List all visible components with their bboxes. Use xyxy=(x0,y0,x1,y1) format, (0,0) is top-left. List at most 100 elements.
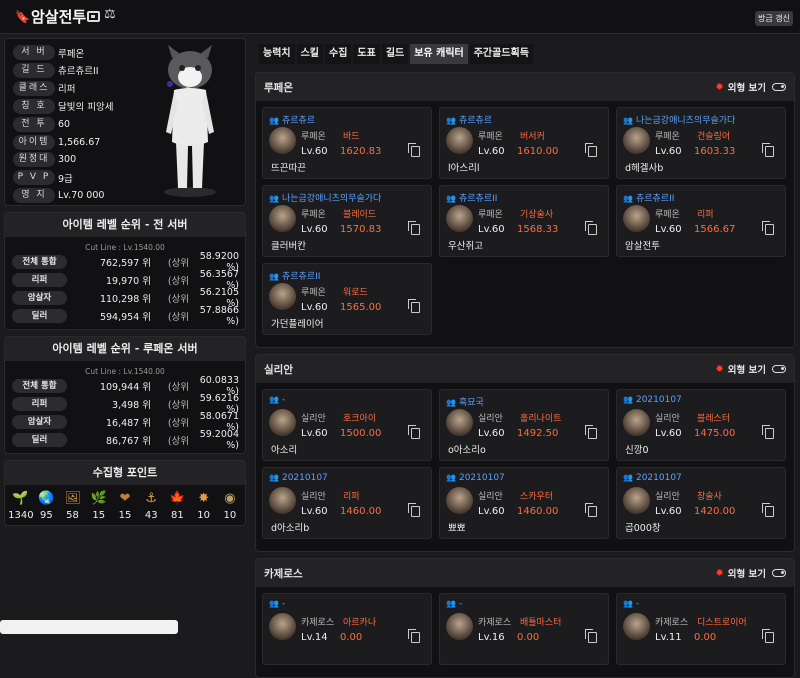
collect-item[interactable]: 🖼 58 xyxy=(61,491,85,521)
toggle-icon[interactable] xyxy=(772,365,786,373)
copy-icon[interactable] xyxy=(762,503,774,517)
character-level: Lv.60 xyxy=(655,224,682,235)
copy-icon[interactable] xyxy=(762,143,774,157)
character-card[interactable]: 👥 츄르츄르 루페온 버서커 Lv.60 1610.00 l아스리l xyxy=(439,107,609,179)
appearance-toggle[interactable]: ✹ 외형 보기 xyxy=(715,362,786,376)
character-portrait xyxy=(269,487,296,514)
tab-2[interactable]: 수집 xyxy=(325,44,352,64)
character-name: l아스리l xyxy=(448,163,480,174)
scale-icon[interactable]: ⚖ xyxy=(104,7,116,22)
copy-icon[interactable] xyxy=(762,221,774,235)
character-card[interactable]: 👥 20210107 실리안 리퍼 Lv.60 1460.00 d아소리b xyxy=(262,467,432,539)
character-class: 배틀마스터 xyxy=(520,618,562,628)
ranking-rank: 3,498 위 xyxy=(112,400,151,411)
character-card[interactable]: 👥 - 카제로스 아르카나 Lv.14 0.00 xyxy=(262,593,432,665)
character-portrait xyxy=(446,487,473,514)
copy-icon[interactable] xyxy=(408,221,420,235)
character-class: 창술사 xyxy=(697,492,722,502)
ignea-token-icon: ◉ xyxy=(224,491,236,506)
toggle-icon[interactable] xyxy=(772,83,786,91)
server-name: 실리안 xyxy=(264,363,293,376)
appearance-toggle[interactable]: ✹ 외형 보기 xyxy=(715,80,786,94)
copy-icon[interactable] xyxy=(408,425,420,439)
character-card[interactable]: 👥 나는금강애니츠의무슬가다 루페온 블레이드 Lv.60 1570.83 클러버칸 xyxy=(262,185,432,257)
collect-item[interactable]: 🌿 15 xyxy=(87,491,111,521)
appearance-toggle[interactable]: ✹ 외형 보기 xyxy=(715,566,786,580)
tab-bar: 능력치 스킬 수집 도표 길드 보유 캐릭터 주간골드획득 xyxy=(255,38,795,66)
character-item-level: 1565.00 xyxy=(340,302,382,313)
collect-item[interactable]: ❤ 15 xyxy=(113,491,137,521)
copy-icon[interactable] xyxy=(585,221,597,235)
copy-icon[interactable] xyxy=(585,503,597,517)
island-heart-icon: 🌏 xyxy=(38,491,55,506)
character-name: 곱000창 xyxy=(625,523,661,534)
guild-line: 👥 20210107 xyxy=(446,473,505,483)
character-name: 뾰뾰 xyxy=(448,523,466,534)
ranking-row: 딜러 86,767 위 (상위 59.2004 %) xyxy=(5,429,245,451)
copy-icon[interactable] xyxy=(585,143,597,157)
character-portrait xyxy=(623,127,650,154)
collect-item[interactable]: ⚓ 43 xyxy=(139,491,163,521)
character-card[interactable]: 👥 20210107 실리안 스카우터 Lv.60 1460.00 뾰뾰 xyxy=(439,467,609,539)
collect-count: 10 xyxy=(197,510,210,521)
ranking-rank: 762,597 위 xyxy=(99,258,151,269)
character-level: Lv.60 xyxy=(478,146,505,157)
right-panel: 능력치 스킬 수집 도표 길드 보유 캐릭터 주간골드획득 루페온 ✹ 외형 보기 👥 츄르츄르 루페… xyxy=(255,38,795,678)
character-list: 👥 츄르츄르 루페온 바드 Lv.60 1620.83 뜨끈따끈 👥 츄르츄르 루페온 버서커 Lv.… xyxy=(256,101,794,347)
guild-icon: 👥 xyxy=(269,116,279,125)
tab-6[interactable]: 주간골드획득 xyxy=(469,44,533,64)
character-card[interactable]: 👥 츄르츄르II 루페온 워로드 Lv.60 1565.00 가던플레이어 xyxy=(262,263,432,335)
copy-icon[interactable] xyxy=(585,425,597,439)
profile-row: P V P 9급 xyxy=(13,169,73,186)
character-card[interactable]: 👥 - 카제로스 배틀마스터 Lv.16 0.00 xyxy=(439,593,609,665)
collect-item[interactable]: 🍁 81 xyxy=(165,491,189,521)
id-card-icon[interactable] xyxy=(87,11,100,22)
guild-icon: 👥 xyxy=(446,194,456,203)
artwork-icon: 🖼 xyxy=(64,491,82,506)
refresh-button[interactable]: 방금 갱신 xyxy=(755,11,793,26)
collect-count: 15 xyxy=(92,510,106,521)
ranking-percent: 59.2004 %) xyxy=(199,429,239,451)
character-card[interactable]: 👥 나는금강애니츠의무슬가다 루페온 건슬링어 Lv.60 1603.33 d헤겔사b xyxy=(616,107,786,179)
character-class: 블레이드 xyxy=(343,210,377,220)
character-card[interactable]: 👥 츄르츄르II 루페온 리퍼 Lv.60 1566.67 암살전투 xyxy=(616,185,786,257)
character-card[interactable]: 👥 20210107 실리안 블레스터 Lv.60 1475.00 신깡0 xyxy=(616,389,786,461)
character-card[interactable]: 👥 20210107 실리안 창술사 Lv.60 1420.00 곱000창 xyxy=(616,467,786,539)
character-server: 실리안 xyxy=(301,414,326,424)
tab-3[interactable]: 도표 xyxy=(353,44,380,64)
copy-icon[interactable] xyxy=(762,425,774,439)
horizontal-scrollbar[interactable] xyxy=(0,620,178,634)
collect-count: 15 xyxy=(118,510,132,521)
collect-item[interactable]: ◉ 10 xyxy=(218,491,242,521)
guild-line: 👥 나는금강애니츠의무슬가다 xyxy=(623,113,735,126)
copy-icon[interactable] xyxy=(408,503,420,517)
character-card[interactable]: 👥 츄르츄르II 루페온 기상술사 Lv.60 1568.33 우산쥐고 xyxy=(439,185,609,257)
collect-points: 수집형 포인트 🌱 1340 🌏 95 🖼 58 🌿 15 ❤ 15 ⚓ 43 🍁 81 ✸ 10 ◉ 10 xyxy=(4,460,246,526)
profile-label: 클래스 xyxy=(13,80,55,96)
copy-icon[interactable] xyxy=(408,143,420,157)
character-item-level: 1460.00 xyxy=(517,506,559,517)
bookmark-icon[interactable]: 🔖 xyxy=(15,10,30,24)
character-name: d헤겔사b xyxy=(625,163,664,174)
ranking-sub: (상위 xyxy=(167,382,189,393)
tab-0[interactable]: 능력치 xyxy=(259,44,295,64)
tab-4[interactable]: 길드 xyxy=(381,44,409,64)
collect-item[interactable]: 🌏 95 xyxy=(34,491,58,521)
character-portrait xyxy=(446,613,473,640)
character-level: Lv.60 xyxy=(478,506,505,517)
profile-label: 아이템 xyxy=(13,134,55,150)
collect-item[interactable]: 🌱 1340 xyxy=(8,491,33,521)
character-card[interactable]: 👥 흑묘국 실리안 홀리나이트 Lv.60 1492.50 o아소리o xyxy=(439,389,609,461)
ranking-category: 리퍼 xyxy=(12,273,67,287)
character-card[interactable]: 👥 - 실리안 호크아이 Lv.60 1500.00 아소리 xyxy=(262,389,432,461)
copy-icon[interactable] xyxy=(408,299,420,313)
character-card[interactable]: 👥 - 카제로스 디스트로이어 Lv.11 0.00 xyxy=(616,593,786,665)
character-card[interactable]: 👥 츄르츄르 루페온 바드 Lv.60 1620.83 뜨끈따끈 xyxy=(262,107,432,179)
character-server: 실리안 xyxy=(655,414,680,424)
tab-5[interactable]: 보유 캐릭터 xyxy=(410,44,468,64)
server-name: 루페온 xyxy=(264,81,293,94)
tab-1[interactable]: 스킬 xyxy=(296,44,324,64)
toggle-icon[interactable] xyxy=(772,569,786,577)
collect-item[interactable]: ✸ 10 xyxy=(192,491,216,521)
character-avatar xyxy=(150,42,230,202)
